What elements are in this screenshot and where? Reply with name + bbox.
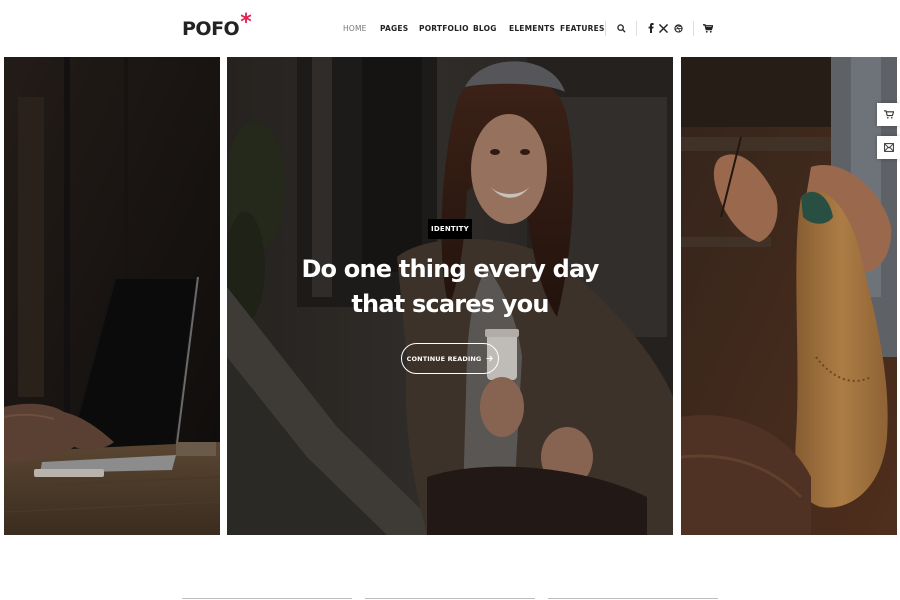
nav-item-portfolio[interactable]: PORTFOLIO xyxy=(419,24,469,33)
section-divider xyxy=(365,598,535,599)
nav-divider xyxy=(605,21,606,36)
facebook-icon[interactable] xyxy=(645,21,657,35)
nav-item-elements[interactable]: ELEMENTS xyxy=(509,24,555,33)
nav-item-pages[interactable]: PAGES xyxy=(380,24,408,33)
section-divider xyxy=(548,598,718,599)
x-icon[interactable] xyxy=(657,21,669,35)
headline-line-1: Do one thing every day xyxy=(301,255,599,283)
nav-divider xyxy=(693,21,694,36)
headline-line-2: that scares you xyxy=(351,290,549,318)
search-icon[interactable] xyxy=(615,21,627,35)
slide-image-laptop[interactable] xyxy=(4,57,220,535)
floating-cart-button[interactable] xyxy=(877,103,900,126)
slide-headline: Do one thing every day that scares you xyxy=(300,252,600,322)
floating-mail-button[interactable] xyxy=(877,136,900,159)
nav-divider xyxy=(636,21,637,36)
site-header: POFO* HOME PAGES PORTFOLIO BLOG ELEMENTS… xyxy=(0,0,900,57)
laptop-desk-photo xyxy=(4,57,220,535)
cart-icon xyxy=(883,110,894,119)
mail-icon xyxy=(883,143,894,152)
shoe-craft-photo xyxy=(681,57,897,535)
nav-item-home[interactable]: HOME xyxy=(343,24,367,33)
arrow-right-icon xyxy=(486,355,494,362)
dribbble-icon[interactable] xyxy=(672,21,684,35)
category-badge[interactable]: IDENTITY xyxy=(428,219,472,239)
section-divider xyxy=(182,598,352,599)
cart-icon[interactable] xyxy=(702,21,714,35)
logo-text: POFO xyxy=(182,18,240,40)
nav-item-blog[interactable]: BLOG xyxy=(473,24,497,33)
logo-mark: * xyxy=(240,10,252,35)
continue-reading-button[interactable]: CONTINUE READING xyxy=(401,343,499,374)
logo[interactable]: POFO* xyxy=(182,10,252,41)
nav-item-features[interactable]: FEATURES xyxy=(560,24,605,33)
continue-reading-label: CONTINUE READING xyxy=(406,354,482,363)
slide-image-shoe[interactable] xyxy=(681,57,897,535)
